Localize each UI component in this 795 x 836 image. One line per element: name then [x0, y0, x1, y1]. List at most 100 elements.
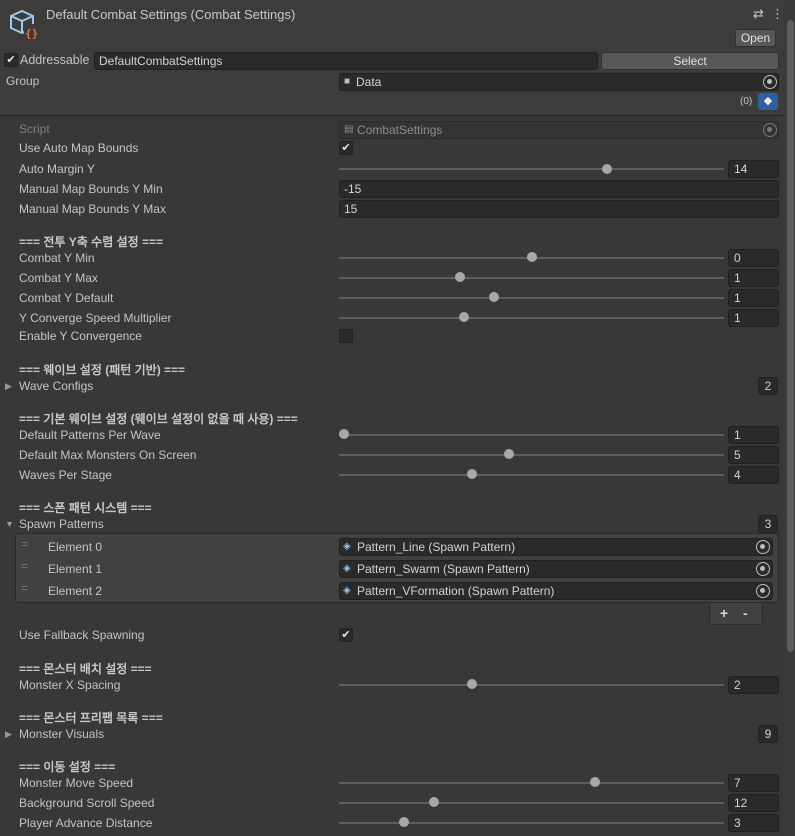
monster-visuals-count[interactable]: 9 [758, 725, 778, 743]
combat-y-max-knob[interactable] [455, 272, 466, 282]
move-speed-value[interactable]: 7 [728, 774, 779, 792]
element-value: Pattern_VFormation (Spawn Pattern) [357, 584, 555, 598]
scrollbar-thumb[interactable] [787, 20, 794, 652]
combat-y-max-value[interactable]: 1 [728, 269, 779, 287]
y-converge-speed-knob[interactable] [459, 312, 469, 322]
drag-handle-icon[interactable]: = [21, 582, 28, 594]
auto-margin-y-slider[interactable] [339, 168, 724, 170]
element-field[interactable]: ◈ Pattern_VFormation (Spawn Pattern) [339, 582, 773, 600]
object-picker-icon[interactable] [763, 75, 777, 89]
settings-sliders-icon[interactable]: ⇄ [753, 6, 764, 22]
fallback-checkbox[interactable]: ✔ [339, 628, 353, 642]
address-field[interactable]: DefaultCombatSettings [94, 52, 598, 70]
element-picker-icon[interactable] [756, 540, 770, 554]
svg-text:{}: {} [25, 27, 38, 40]
enable-y-convergence-label: Enable Y Convergence [19, 329, 142, 343]
bg-scroll-slider[interactable] [339, 802, 724, 804]
element-picker-icon[interactable] [756, 562, 770, 576]
max-monsters-label: Default Max Monsters On Screen [19, 448, 197, 462]
y-converge-speed-value[interactable]: 1 [728, 309, 779, 327]
group-value: Data [356, 75, 382, 89]
script-field: ▤ CombatSettings [339, 121, 779, 139]
element-picker-icon[interactable] [756, 584, 770, 598]
spawn-patterns-foldout-icon[interactable]: ▼ [5, 519, 14, 529]
drag-handle-icon[interactable]: = [21, 538, 28, 550]
y-converge-speed-slider[interactable] [339, 317, 724, 319]
monster-visuals-foldout-icon[interactable]: ▶ [5, 729, 12, 740]
combat-y-min-value[interactable]: 0 [728, 249, 779, 267]
patterns-per-wave-label: Default Patterns Per Wave [19, 428, 161, 442]
bg-scroll-value[interactable]: 12 [728, 794, 779, 812]
auto-margin-y-value[interactable]: 14 [728, 160, 779, 178]
auto-margin-y-label: Auto Margin Y [19, 162, 95, 176]
spawn-pattern-asset-icon: ◈ [343, 585, 351, 596]
wave-configs-count[interactable]: 2 [758, 377, 778, 395]
combat-y-max-label: Combat Y Max [19, 271, 98, 285]
element-field[interactable]: ◈ Pattern_Line (Spawn Pattern) [339, 538, 773, 556]
waves-per-stage-slider[interactable] [339, 474, 724, 476]
patterns-per-wave-slider[interactable] [339, 434, 724, 436]
element-value: Pattern_Swarm (Spawn Pattern) [357, 562, 530, 576]
add-element-button[interactable]: + [720, 605, 728, 621]
wave-configs-label[interactable]: Wave Configs [19, 379, 93, 393]
select-button[interactable]: Select [601, 52, 779, 70]
patterns-per-wave-value[interactable]: 1 [728, 426, 779, 444]
player-advance-knob[interactable] [399, 817, 409, 827]
combat-y-default-knob[interactable] [489, 292, 499, 302]
use-auto-map-bounds-label: Use Auto Map Bounds [19, 141, 139, 155]
wave-configs-foldout-icon[interactable]: ▶ [5, 381, 12, 392]
label-tag-icon[interactable]: ◆ [758, 93, 778, 110]
max-monsters-knob[interactable] [504, 449, 514, 459]
monster-x-spacing-knob[interactable] [466, 679, 477, 689]
manual-min-field[interactable]: -15 [339, 180, 779, 198]
waves-per-stage-knob[interactable] [466, 469, 477, 479]
fallback-label: Use Fallback Spawning [19, 628, 145, 642]
script-file-icon: ▤ [344, 124, 354, 135]
combat-y-default-value[interactable]: 1 [728, 289, 779, 307]
use-auto-map-bounds-checkbox[interactable]: ✔ [339, 141, 353, 155]
combat-section-header: === 전투 Y축 수렴 설정 === [19, 235, 164, 249]
addressable-label: Addressable [20, 53, 90, 67]
max-monsters-value[interactable]: 5 [728, 446, 779, 464]
move-speed-slider[interactable] [339, 782, 724, 784]
combat-y-default-slider[interactable] [339, 297, 724, 299]
spawn-patterns-label[interactable]: Spawn Patterns [19, 517, 104, 531]
monster-visuals-label[interactable]: Monster Visuals [19, 727, 104, 741]
combat-y-min-knob[interactable] [526, 252, 537, 262]
combat-y-max-slider[interactable] [339, 277, 724, 279]
spawn-pattern-asset-icon: ◈ [343, 563, 351, 574]
default-wave-section-header: === 기본 웨이브 설정 (웨이브 설정이 없을 때 사용) === [19, 412, 298, 426]
group-field[interactable]: ■ Data [339, 73, 779, 91]
monster-x-spacing-slider[interactable] [339, 684, 724, 686]
element-label: Element 0 [48, 540, 103, 554]
manual-max-field[interactable]: 15 [339, 200, 779, 218]
spawn-pattern-asset-icon: ◈ [343, 541, 351, 552]
bg-scroll-knob[interactable] [429, 797, 439, 807]
max-monsters-slider[interactable] [339, 454, 724, 456]
wave-section-header: === 웨이브 설정 (패턴 기반) === [19, 363, 186, 377]
inspector-header: {} Default Combat Settings (Combat Setti… [0, 0, 784, 116]
element-label: Element 2 [48, 584, 103, 598]
drag-handle-icon[interactable]: = [21, 560, 28, 572]
waves-per-stage-label: Waves Per Stage [19, 468, 112, 482]
combat-y-min-label: Combat Y Min [19, 251, 95, 265]
monster-x-spacing-value[interactable]: 2 [728, 676, 779, 694]
spawn-patterns-count[interactable]: 3 [758, 515, 778, 533]
auto-margin-y-knob[interactable] [601, 164, 612, 174]
player-advance-slider[interactable] [339, 822, 724, 824]
enable-y-convergence-checkbox[interactable] [339, 329, 353, 343]
manual-max-label: Manual Map Bounds Y Max [19, 202, 166, 216]
open-button[interactable]: Open [735, 29, 776, 47]
combat-y-default-label: Combat Y Default [19, 291, 114, 305]
player-advance-value[interactable]: 3 [728, 814, 779, 832]
move-section-header: === 이동 설정 === [19, 760, 116, 774]
script-label: Script [19, 122, 50, 136]
addressable-checkbox[interactable]: ✔ [4, 53, 18, 67]
remove-element-button[interactable]: - [743, 605, 748, 621]
spawn-section-header: === 스폰 패턴 시스템 === [19, 501, 152, 515]
patterns-per-wave-knob[interactable] [339, 429, 349, 439]
move-speed-knob[interactable] [590, 777, 601, 787]
waves-per-stage-value[interactable]: 4 [728, 466, 779, 484]
script-picker-icon [763, 123, 777, 137]
element-field[interactable]: ◈ Pattern_Swarm (Spawn Pattern) [339, 560, 773, 578]
